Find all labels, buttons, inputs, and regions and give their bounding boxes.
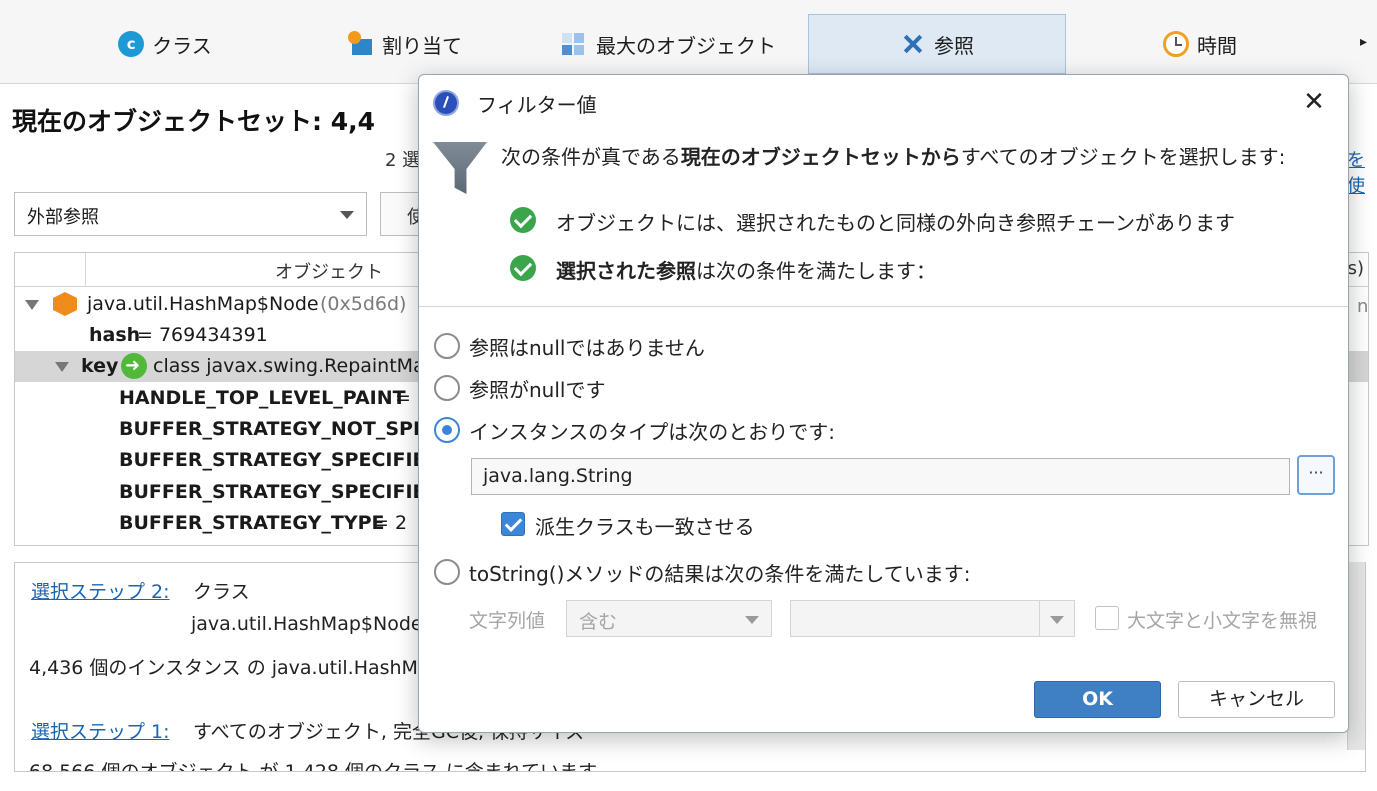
- radio-not-null-label[interactable]: 参照はnullではありません: [469, 332, 705, 361]
- tab-label: 割り当て: [382, 33, 462, 58]
- more-tabs-icon[interactable]: ▸: [1360, 34, 1367, 50]
- browse-class-button[interactable]: ···: [1297, 455, 1335, 495]
- tab-label: 参照: [934, 33, 974, 58]
- step-1-summary: 68,566 個のオブジェクト が 1,428 個のクラス に含まれています: [29, 761, 598, 772]
- field-value: class javax.swing.RepaintMar: [153, 355, 433, 377]
- dialog-title: フィルター値: [477, 93, 597, 117]
- chevron-down-icon: [340, 211, 354, 219]
- tab-classes[interactable]: c クラス: [40, 14, 290, 74]
- selection-step-2-link[interactable]: 選択ステップ 2:: [31, 577, 170, 604]
- field-value: = 2: [373, 512, 408, 534]
- chevron-down-icon: [1050, 616, 1064, 624]
- close-icon[interactable]: ✕: [1299, 87, 1329, 117]
- tab-label: 時間: [1197, 33, 1237, 58]
- ok-button[interactable]: OK: [1034, 681, 1161, 718]
- view-type-dropdown[interactable]: 外部参照: [14, 192, 367, 236]
- tab-label: 最大のオブジェクト: [596, 33, 776, 58]
- filter-value-dialog: フィルター値 ✕ 次の条件が真である現在のオブジェクトセットからすべてのオブジェ…: [418, 74, 1349, 733]
- match-subclasses-checkbox[interactable]: [501, 512, 525, 536]
- field-value: =: [395, 387, 411, 409]
- outgoing-reference-icon: [121, 350, 147, 381]
- field-name: BUFFER_STRATEGY_NOT_SPEC: [119, 418, 440, 440]
- ignore-case-checkbox[interactable]: [1095, 606, 1119, 630]
- description-suffix: すべてのオブジェクトを選択します:: [960, 145, 1286, 169]
- radio-tostring[interactable]: [434, 559, 460, 585]
- ignore-case-label[interactable]: 大文字と小文字を無視: [1127, 606, 1317, 633]
- object-name: java.util.HashMap$Node: [87, 293, 319, 315]
- instance-type-value: java.lang.String: [483, 465, 633, 487]
- match-mode-dropdown[interactable]: 含む: [566, 600, 772, 637]
- object-address: (0x5d6d): [320, 293, 407, 315]
- field-name: HANDLE_TOP_LEVEL_PAINT: [119, 387, 406, 409]
- filter-dialog-icon: [433, 90, 459, 116]
- radio-is-null[interactable]: [434, 375, 460, 401]
- expand-toggle-icon[interactable]: [25, 300, 39, 310]
- column-separator: [85, 253, 86, 287]
- tab-biggest-objects[interactable]: 最大のオブジェクト: [530, 14, 808, 74]
- size-cell: n: [1357, 296, 1369, 317]
- field-name: hash: [89, 324, 141, 346]
- condition-outgoing-chain: オブジェクトには、選択されたものと同様の外向き参照チェーンがあります: [556, 211, 1235, 235]
- tab-references[interactable]: 参照: [808, 14, 1066, 74]
- selection-count: 2 選: [385, 150, 421, 171]
- time-icon: [1163, 31, 1189, 57]
- instance-type-input[interactable]: java.lang.String: [471, 458, 1290, 495]
- step-2-class: java.util.HashMap$Node: [191, 613, 423, 635]
- match-text-combo[interactable]: [790, 600, 1075, 637]
- references-icon: [900, 31, 926, 57]
- object-icon: [53, 292, 77, 316]
- vertical-scrollbar[interactable]: [1347, 562, 1365, 750]
- funnel-icon: [433, 142, 487, 194]
- radio-instance-type-label[interactable]: インスタンスのタイプは次のとおりです:: [469, 416, 835, 445]
- radio-is-null-label[interactable]: 参照がnullです: [469, 374, 605, 403]
- biggest-objects-icon: [562, 31, 588, 57]
- cancel-button[interactable]: キャンセル: [1178, 681, 1335, 718]
- match-mode-value: 含む: [579, 611, 618, 633]
- check-icon: [510, 207, 536, 233]
- field-name: BUFFER_STRATEGY_SPECIFIED: [119, 481, 442, 503]
- condition-emphasis: 選択された参照: [556, 259, 696, 283]
- field-name: BUFFER_STRATEGY_TYPE: [119, 512, 385, 534]
- combo-splitter: [1039, 601, 1040, 636]
- description-emphasis: 現在のオブジェクトセットから: [680, 145, 961, 169]
- step-2-kind: クラス: [193, 581, 250, 603]
- string-value-label: 文字列値: [469, 610, 546, 632]
- allocation-icon: [348, 31, 374, 57]
- dialog-description: 次の条件が真である現在のオブジェクトセットからすべてのオブジェクトを選択します:: [501, 141, 1285, 170]
- radio-instance-type[interactable]: [434, 417, 460, 443]
- tab-time[interactable]: 時間: [1080, 14, 1320, 74]
- column-header-size[interactable]: s): [1348, 258, 1364, 279]
- dialog-separator: [419, 306, 1348, 307]
- view-tab-bar: c クラス 割り当て 最大のオブジェクト 参照 時間 ▸: [0, 0, 1377, 84]
- field-name: key: [81, 355, 119, 377]
- step-2-summary: 4,436 個のインスタンス の java.util.HashM: [29, 657, 418, 679]
- field-value: = 769434391: [137, 324, 268, 346]
- radio-not-null[interactable]: [434, 333, 460, 359]
- column-header-object[interactable]: オブジェクト: [275, 258, 383, 284]
- radio-tostring-label[interactable]: toString()メソッドの結果は次の条件を満たしています:: [469, 558, 971, 587]
- view-type-value: 外部参照: [27, 207, 99, 228]
- expand-toggle-icon[interactable]: [55, 362, 69, 372]
- field-name: BUFFER_STRATEGY_SPECIFIED: [119, 449, 442, 471]
- selection-step-1-link[interactable]: 選択ステップ 1:: [31, 717, 170, 744]
- page-title: 現在のオブジェクトセット: 4,4: [12, 107, 375, 136]
- side-link[interactable]: を使: [1347, 146, 1377, 198]
- browse-button-label: ···: [1308, 463, 1324, 482]
- tab-allocations[interactable]: 割り当て: [290, 14, 520, 74]
- class-icon: c: [118, 31, 145, 57]
- description-prefix: 次の条件が真である: [501, 145, 681, 169]
- tab-label: クラス: [152, 33, 212, 58]
- match-subclasses-label[interactable]: 派生クラスも一致させる: [535, 511, 755, 540]
- check-icon: [510, 255, 536, 281]
- condition-selected-reference: 選択された参照は次の条件を満たします：: [556, 255, 936, 284]
- chevron-down-icon: [745, 616, 759, 624]
- condition-rest: は次の条件を満たします：: [696, 259, 936, 283]
